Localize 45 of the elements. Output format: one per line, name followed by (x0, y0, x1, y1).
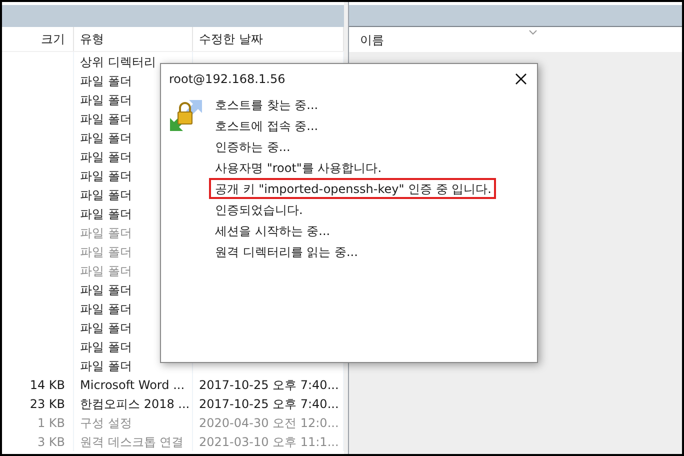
status-message: 사용자명 "root"를 사용합니다. (215, 160, 383, 176)
file-type: 파일 폴더 (80, 168, 132, 184)
sort-chevron-icon (529, 30, 537, 35)
file-type: 원격 데스크톱 연결 (80, 434, 184, 450)
dialog-title: root@192.168.1.56 (169, 71, 286, 88)
file-type: 파일 폴더 (80, 224, 132, 242)
status-message: 인증하는 중... (215, 138, 292, 156)
file-type: 파일 폴더 (80, 130, 132, 146)
file-size: 1 KB (37, 414, 65, 432)
file-type: 파일 폴더 (80, 92, 132, 108)
file-type: 파일 폴더 (80, 186, 132, 204)
file-type: 파일 폴더 (80, 72, 132, 90)
file-type: 파일 폴더 (80, 358, 132, 374)
file-type: 한컴오피스 2018 ... (80, 396, 190, 412)
modified-date: 2021-03-10 오후 11:1... (199, 434, 339, 450)
file-size: 3 KB (37, 434, 65, 450)
lock-arrows-icon (169, 98, 203, 132)
file-size: 14 KB (30, 376, 65, 394)
status-message: 인증되었습니다. (215, 202, 304, 218)
column-header[interactable]: 유형 (80, 30, 104, 48)
column-header[interactable]: 수정한 날짜 (199, 30, 263, 48)
file-type: 파일 폴더 (80, 110, 132, 128)
file-type: 파일 폴더 (80, 206, 132, 222)
status-message: 공개 키 "imported-openssh-key" 인증 중 입니다. (209, 178, 496, 199)
column-header[interactable]: 크기 (41, 30, 65, 48)
file-type: 파일 폴더 (80, 244, 132, 260)
file-type: 파일 폴더 (80, 300, 132, 318)
file-type: 파일 폴더 (80, 338, 132, 356)
close-icon[interactable] (515, 73, 527, 85)
file-type: 구성 설정 (80, 414, 132, 432)
file-type: 파일 폴더 (80, 282, 132, 298)
file-type: Microsoft Word ... (80, 376, 185, 394)
status-message: 호스트를 찾는 중... (215, 96, 320, 114)
modified-date: 2017-10-25 오후 7:40... (199, 396, 339, 412)
file-type: 파일 폴더 (80, 148, 132, 166)
file-type: 파일 폴더 (80, 262, 132, 280)
file-type: 상위 디렉터리 (80, 54, 156, 70)
modified-date: 2017-10-25 오후 7:40... (199, 376, 339, 394)
status-message: 호스트에 접속 중... (215, 118, 320, 134)
modified-date: 2020-04-30 오전 12:0... (199, 414, 339, 432)
file-type: 파일 폴더 (80, 320, 132, 336)
file-size: 23 KB (30, 396, 65, 412)
column-header[interactable]: 이름 (349, 30, 384, 48)
status-message: 세션을 시작하는 중... (215, 222, 332, 240)
status-message: 원격 디렉터리를 읽는 중... (215, 244, 359, 260)
